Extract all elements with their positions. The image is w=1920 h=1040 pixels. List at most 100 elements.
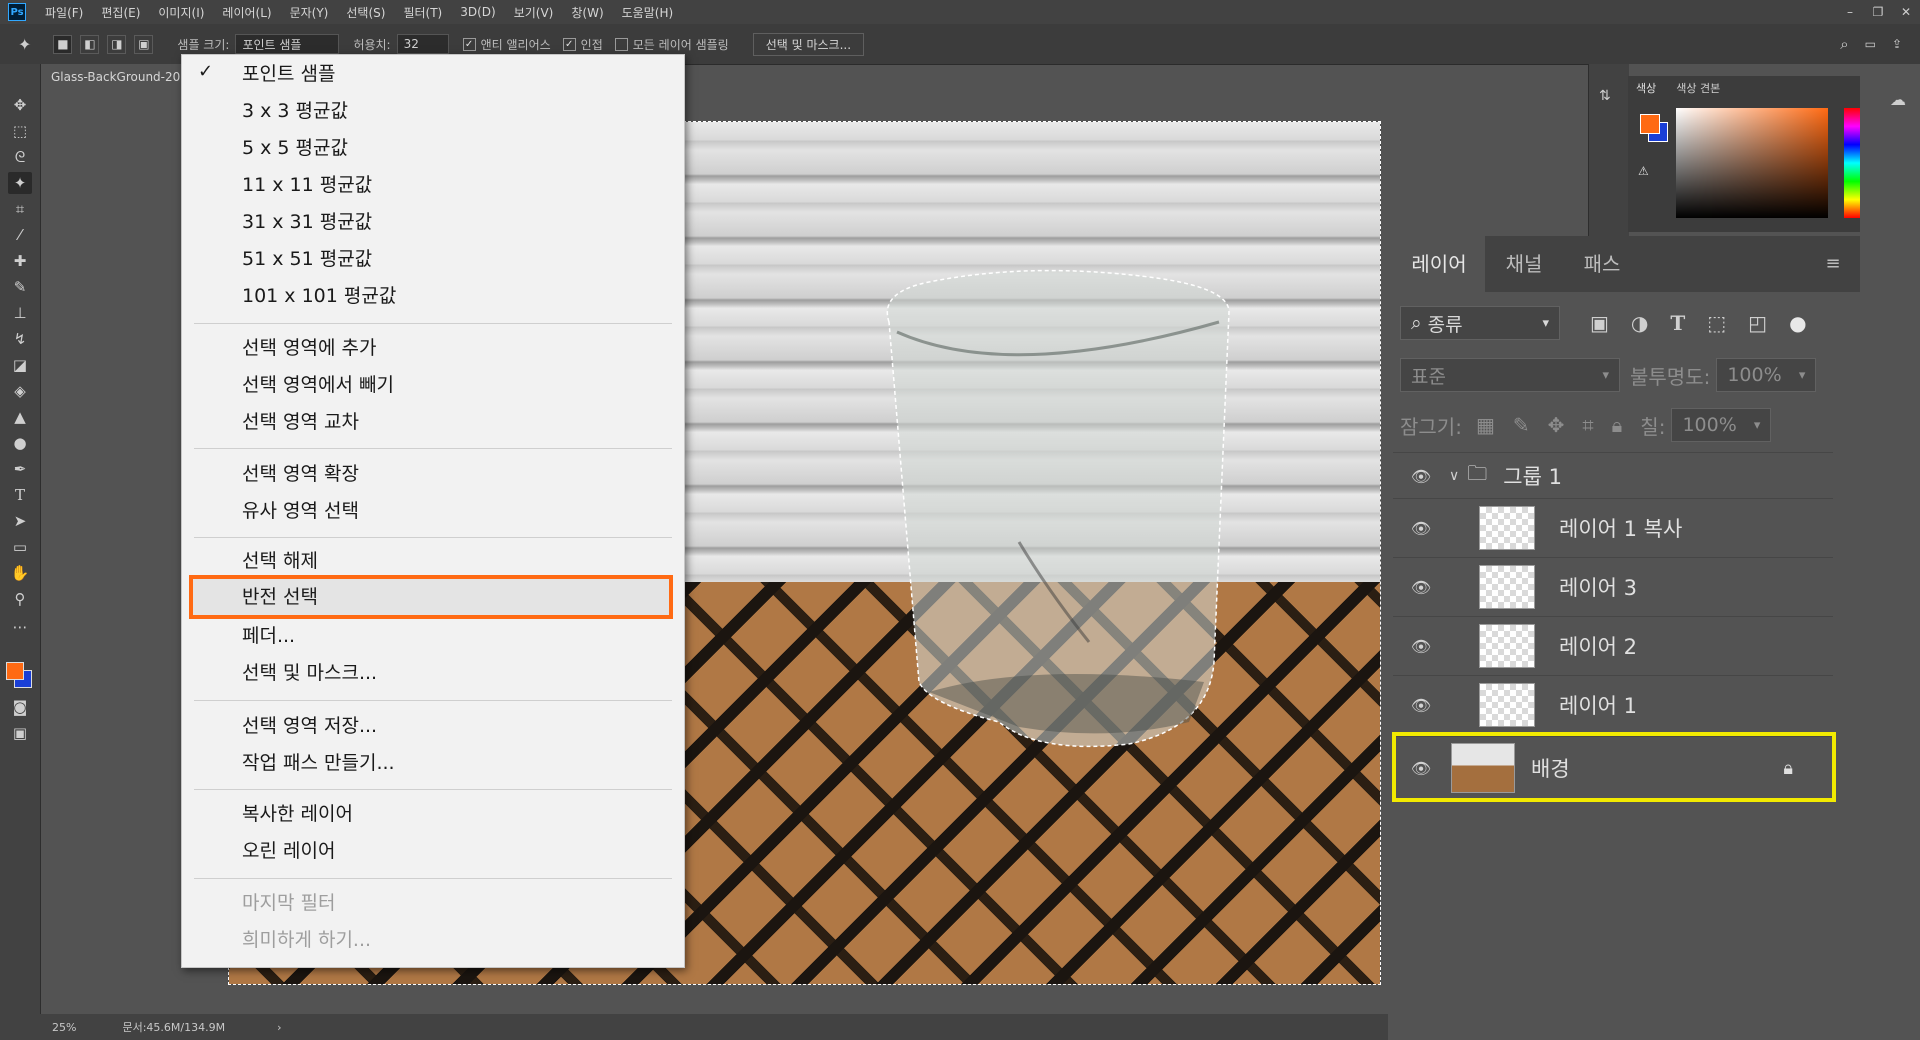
filter-smart-object-icon[interactable]: ◰ xyxy=(1748,311,1767,335)
foreground-color-swatch[interactable] xyxy=(6,662,24,680)
sample-size-select[interactable]: 포인트 샘플 xyxy=(235,34,340,54)
layer-row[interactable]: 👁︎ 레이어 1 xyxy=(1393,675,1833,734)
select-and-mask-button[interactable]: 선택 및 마스크... xyxy=(752,32,865,56)
eye-icon[interactable]: 👁︎ xyxy=(1409,696,1433,715)
path-select-tool-icon[interactable]: ➤ xyxy=(8,510,32,532)
menu-select[interactable]: 선택(S) xyxy=(337,4,394,21)
eye-icon[interactable]: 👁︎ xyxy=(1409,578,1433,597)
workspace-icon[interactable]: ▭ xyxy=(1865,37,1876,51)
menu-item-similar[interactable]: 유사 영역 선택 xyxy=(242,496,359,526)
menu-3d[interactable]: 3D(D) xyxy=(451,5,504,19)
tab-channels[interactable]: 채널 xyxy=(1485,236,1563,292)
move-tool-icon[interactable]: ✥ xyxy=(8,94,32,116)
filter-toggle-icon[interactable]: ● xyxy=(1789,311,1806,335)
menu-item-make-work-path[interactable]: 작업 패스 만들기... xyxy=(242,748,395,778)
dodge-tool-icon[interactable]: ● xyxy=(8,432,32,454)
intersect-selection-icon[interactable]: ▣ xyxy=(134,34,154,54)
zoom-tool-icon[interactable]: ⚲ xyxy=(8,588,32,610)
contiguous-checkbox[interactable]: ✓ xyxy=(562,37,576,51)
layer-group-row[interactable]: 👁︎ ∨ 🗀 그룹 1 xyxy=(1393,452,1833,499)
filter-shape-icon[interactable]: ⬚ xyxy=(1707,311,1726,335)
add-selection-icon[interactable]: ◧ xyxy=(80,34,100,54)
zoom-level[interactable]: 25% xyxy=(52,1021,76,1034)
menu-item-select-and-mask[interactable]: 선택 및 마스크... xyxy=(242,658,377,688)
layer-row[interactable]: 👁︎ 레이어 3 xyxy=(1393,557,1833,616)
layer-row[interactable]: 👁︎ 레이어 1 복사 xyxy=(1393,498,1833,557)
bucket-tool-icon[interactable]: ◈ xyxy=(8,380,32,402)
menu-help[interactable]: 도움말(H) xyxy=(613,4,683,21)
eyedropper-tool-icon[interactable]: ⁄ xyxy=(8,224,32,246)
history-icon[interactable]: ⇅ xyxy=(1599,88,1611,104)
color-picker-field[interactable] xyxy=(1676,108,1828,218)
lock-transparency-icon[interactable]: ▦ xyxy=(1476,413,1495,437)
menu-item-51x51-average[interactable]: 51 x 51 평균값 xyxy=(242,244,372,274)
screen-mode-icon[interactable]: ▣ xyxy=(8,722,32,744)
menu-item-11x11-average[interactable]: 11 x 11 평균값 xyxy=(242,170,372,200)
fill-input[interactable]: 100% ▾ xyxy=(1671,408,1772,442)
menu-item-deselect[interactable]: 선택 해제 xyxy=(242,546,318,576)
more-tools-icon[interactable]: ⋯ xyxy=(8,616,32,638)
magic-wand-preset-icon[interactable]: ✦ xyxy=(18,35,31,54)
eye-icon[interactable]: 👁︎ xyxy=(1409,467,1433,486)
menu-window[interactable]: 창(W) xyxy=(562,4,612,21)
history-brush-tool-icon[interactable]: ↯ xyxy=(8,328,32,350)
crop-tool-icon[interactable]: ⌗ xyxy=(8,198,32,220)
type-tool-icon[interactable]: T xyxy=(8,484,32,506)
tab-paths[interactable]: 패스 xyxy=(1563,236,1641,292)
sample-all-layers-checkbox[interactable] xyxy=(614,37,628,51)
menu-item-5x5-average[interactable]: 5 x 5 평균값 xyxy=(242,133,348,163)
filter-pixel-icon[interactable]: ▣ xyxy=(1590,311,1609,335)
tab-swatches[interactable]: 색상 견본 xyxy=(1676,80,1720,96)
marquee-tool-icon[interactable]: ⬚ xyxy=(8,120,32,142)
magic-wand-tool-icon[interactable]: ✦ xyxy=(8,172,32,194)
opacity-input[interactable]: 100% ▾ xyxy=(1716,358,1817,392)
subtract-selection-icon[interactable]: ◨ xyxy=(107,34,127,54)
quick-mask-icon[interactable]: ◙ xyxy=(8,696,32,718)
cc-libraries-icon[interactable]: ☁ xyxy=(1890,90,1906,109)
lock-position-icon[interactable]: ✥ xyxy=(1548,413,1565,437)
menu-filter[interactable]: 필터(T) xyxy=(394,4,451,21)
menu-item-point-sample[interactable]: 포인트 샘플 xyxy=(242,59,335,89)
eye-icon[interactable]: 👁︎ xyxy=(1409,519,1433,538)
layer-filter-select[interactable]: ⌕ 종류 ▾ xyxy=(1400,306,1560,340)
lock-artboard-icon[interactable]: ⌗ xyxy=(1582,413,1593,437)
filter-type-icon[interactable]: T xyxy=(1670,311,1685,335)
minimize-button[interactable]: – xyxy=(1836,5,1864,19)
filter-adjustment-icon[interactable]: ◑ xyxy=(1631,311,1648,335)
antialias-checkbox[interactable]: ✓ xyxy=(462,37,476,51)
share-icon[interactable]: ⇪ xyxy=(1892,37,1902,51)
chevron-down-icon[interactable]: ∨ xyxy=(1449,468,1459,484)
blend-mode-select[interactable]: 표준 ▾ xyxy=(1400,358,1620,392)
lock-paint-icon[interactable]: ✎ xyxy=(1513,413,1530,437)
menu-item-add-to-selection[interactable]: 선택 영역에 추가 xyxy=(242,333,376,363)
menu-item-grow[interactable]: 선택 영역 확장 xyxy=(242,459,359,489)
chevron-right-icon[interactable]: › xyxy=(277,1021,281,1034)
menu-item-3x3-average[interactable]: 3 x 3 평균값 xyxy=(242,96,348,126)
layer-row[interactable]: 👁︎ 레이어 2 xyxy=(1393,616,1833,675)
tab-color[interactable]: 색상 xyxy=(1636,80,1656,96)
search-icon[interactable]: ⌕ xyxy=(1840,35,1848,53)
menu-image[interactable]: 이미지(I) xyxy=(149,4,213,21)
menu-item-layer-via-copy[interactable]: 복사한 레이어 xyxy=(242,799,353,829)
new-selection-icon[interactable]: ■ xyxy=(53,34,73,54)
menu-item-subtract-from-selection[interactable]: 선택 영역에서 빼기 xyxy=(242,370,394,400)
blur-tool-icon[interactable]: ▲ xyxy=(8,406,32,428)
menu-view[interactable]: 보기(V) xyxy=(505,4,563,21)
lasso-tool-icon[interactable]: ᘓ xyxy=(8,146,32,168)
panel-foreground-swatch[interactable] xyxy=(1640,114,1660,134)
eraser-tool-icon[interactable]: ◪ xyxy=(8,354,32,376)
brush-tool-icon[interactable]: ✎ xyxy=(8,276,32,298)
menu-type[interactable]: 문자(Y) xyxy=(281,4,338,21)
menu-edit[interactable]: 편집(E) xyxy=(92,4,149,21)
menu-file[interactable]: 파일(F) xyxy=(36,4,92,21)
healing-tool-icon[interactable]: ✚ xyxy=(8,250,32,272)
restore-button[interactable]: ❐ xyxy=(1864,5,1892,19)
hue-slider[interactable] xyxy=(1844,108,1860,218)
menu-item-save-selection[interactable]: 선택 영역 저장... xyxy=(242,711,377,741)
menu-layer[interactable]: 레이어(L) xyxy=(213,4,280,21)
menu-item-101x101-average[interactable]: 101 x 101 평균값 xyxy=(242,281,396,311)
hand-tool-icon[interactable]: ✋ xyxy=(8,562,32,584)
menu-item-intersect-selection[interactable]: 선택 영역 교차 xyxy=(242,407,359,437)
panel-menu-icon[interactable]: ≡ xyxy=(1813,236,1853,292)
tolerance-input[interactable]: 32 xyxy=(396,34,449,54)
